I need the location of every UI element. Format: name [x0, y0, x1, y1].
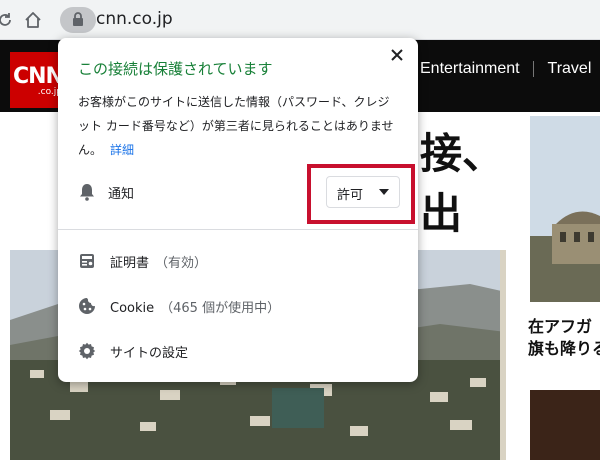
gear-icon	[78, 342, 96, 360]
site-nav: Entertainment Travel	[420, 60, 600, 78]
certificate-status: （有効）	[155, 255, 208, 271]
nav-link-travel[interactable]: Travel	[548, 60, 592, 78]
headline-line-2: 出	[420, 189, 463, 238]
headline-fragment[interactable]: 接、 出	[420, 124, 504, 244]
lock-icon	[72, 11, 84, 30]
close-icon[interactable]	[386, 44, 408, 66]
nav-link-entertainment[interactable]: Entertainment	[420, 60, 520, 78]
omnibox[interactable]: cnn.co.jp	[58, 6, 598, 34]
site-info-popup: この接続は保護されています お客様がこのサイトに送信した情報（パスワード、クレジ…	[58, 38, 418, 382]
cookies-row[interactable]: Cookie （465 個が使用中）	[58, 286, 418, 326]
headline-line-1: 接、	[420, 129, 505, 178]
divider	[58, 229, 418, 230]
side-headline-line-1: 在アフガ	[528, 317, 593, 336]
url-text[interactable]: cnn.co.jp	[96, 9, 173, 29]
certificate-row[interactable]: 証明書 （有効）	[58, 241, 418, 281]
side-article-headline[interactable]: 在アフガ 旗も降りる	[528, 316, 600, 360]
certificate-label: 証明書 （有効）	[110, 255, 208, 271]
home-icon[interactable]	[22, 9, 44, 31]
side-article-image-2[interactable]	[530, 390, 600, 460]
site-settings-row[interactable]: サイトの設定	[58, 331, 418, 371]
side-article-image[interactable]	[530, 116, 600, 302]
details-link[interactable]: 詳細	[110, 143, 134, 157]
bell-icon	[78, 183, 96, 201]
connection-description: お客様がこのサイトに送信した情報（パスワード、クレジット カード番号など）が第三…	[78, 90, 400, 162]
notifications-label: 通知	[108, 186, 135, 202]
side-headline-line-2: 旗も降りる	[528, 339, 600, 358]
cookies-status: （465 個が使用中）	[160, 300, 281, 316]
reload-icon[interactable]	[0, 9, 16, 31]
site-info-button[interactable]	[60, 7, 96, 33]
connection-secure-title: この接続は保護されています	[78, 60, 273, 78]
site-settings-label: サイトの設定	[110, 345, 189, 361]
certificate-icon	[78, 252, 96, 270]
nav-divider	[533, 60, 535, 77]
browser-toolbar: cnn.co.jp	[0, 0, 600, 40]
highlight-annotation-box	[307, 164, 415, 224]
logo-text: CNN	[13, 63, 64, 89]
cookies-label: Cookie （465 個が使用中）	[110, 300, 281, 316]
cookie-icon	[78, 297, 96, 315]
